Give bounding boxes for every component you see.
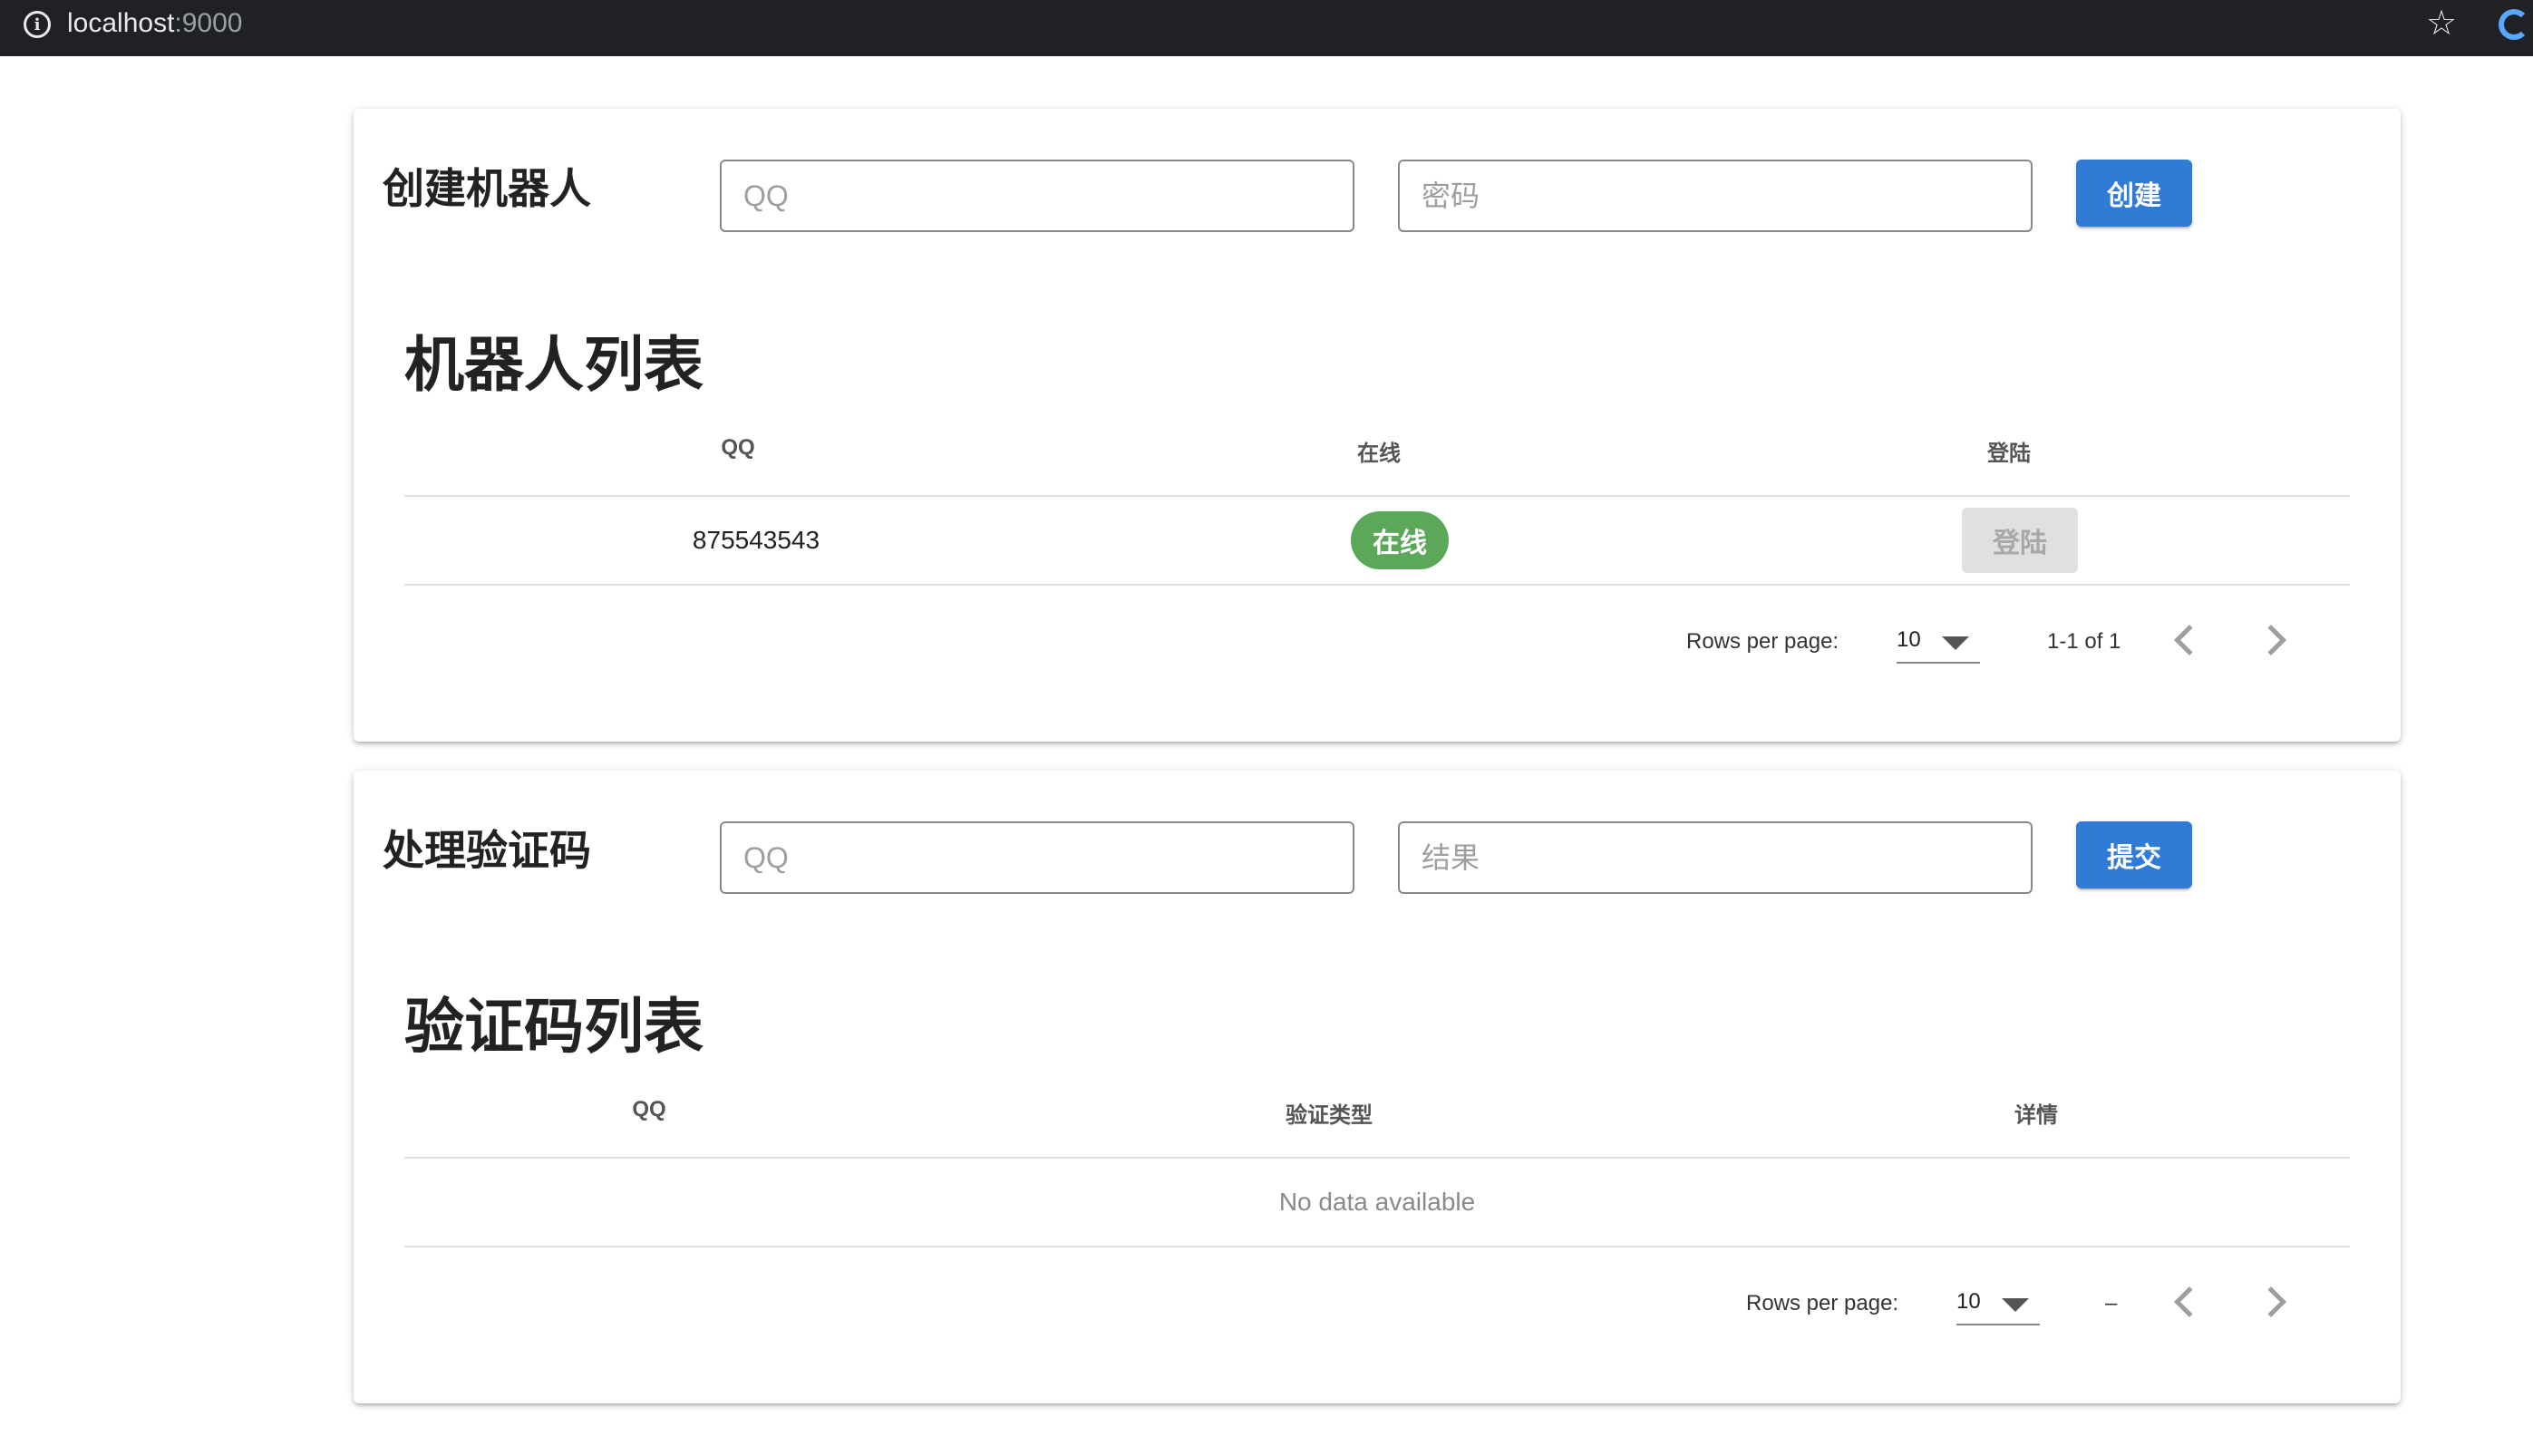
bot-list-title: 机器人列表 [404,331,704,398]
next-page-button[interactable] [2248,613,2303,667]
table-row: No data available [404,1159,2350,1247]
table-footer: Rows per page: 10 1-1 of 1 [404,586,2350,693]
bookmark-star-icon[interactable]: ☆ [2426,5,2457,42]
captcha-list-title: 验证码列表 [404,993,704,1060]
captcha-table: QQ 验证类型 详情 No data available Rows per pa… [404,1061,2350,1354]
create-button[interactable]: 创建 [2076,160,2192,227]
rows-per-page-label: Rows per page: [1746,1291,1899,1315]
captcha-qq-input[interactable] [720,821,1354,894]
column-header-details[interactable]: 详情 [2014,1097,2058,1129]
login-button[interactable]: 登陆 [1962,508,2078,573]
previous-page-button[interactable] [2158,613,2212,667]
pagination-range: – [2105,1291,2118,1315]
rows-per-page-label: Rows per page: [1686,629,1839,654]
handle-captcha-title: 处理验证码 [383,827,591,874]
column-header-qq[interactable]: QQ [632,1097,665,1122]
online-status-badge: 在线 [1351,511,1449,569]
browser-toolbar: i localhost:9000 ☆ [0,0,2533,56]
column-header-captcha-type[interactable]: 验证类型 [1286,1097,1373,1129]
chevron-left-icon [2174,1286,2205,1317]
caret-down-icon [1942,636,1969,650]
caret-down-icon [2002,1298,2029,1312]
chevron-right-icon [2256,625,2286,655]
chevron-right-icon [2256,1286,2286,1317]
address-url[interactable]: localhost:9000 [67,7,242,40]
table-header: QQ 验证类型 详情 [404,1061,2350,1159]
url-host: localhost [67,8,175,38]
site-info-icon[interactable]: i [24,11,51,38]
rows-per-page-value: 10 [1897,627,1921,652]
column-header-login[interactable]: 登陆 [1987,435,2031,467]
captcha-result-input[interactable] [1398,821,2033,894]
address-bar[interactable]: i localhost:9000 ☆ [0,0,2473,47]
rows-per-page-select[interactable]: 10 [1897,613,1980,664]
create-bot-title: 创建机器人 [383,165,591,212]
table-footer: Rows per page: 10 – [404,1247,2350,1354]
bot-password-input[interactable] [1398,160,2033,232]
rows-per-page-select[interactable]: 10 [1956,1275,2040,1325]
bot-table: QQ 在线 登陆 875543543 在线 登陆 Rows per page: … [404,399,2350,693]
no-data-message: No data available [1278,1188,1476,1216]
pagination-range: 1-1 of 1 [2047,629,2121,654]
table-row: 875543543 在线 登陆 [404,497,2350,586]
rows-per-page-value: 10 [1956,1289,1981,1314]
next-page-button[interactable] [2248,1275,2303,1329]
url-port: :9000 [174,8,243,38]
captcha-card: 处理验证码 提交 验证码列表 QQ 验证类型 详情 No data availa… [354,771,2401,1403]
bot-qq-input[interactable] [720,160,1354,232]
table-header: QQ 在线 登陆 [404,399,2350,497]
bot-qq-cell: 875543543 [692,526,820,554]
bot-card: 创建机器人 创建 机器人列表 QQ 在线 登陆 875543543 在线 登陆 … [354,109,2401,742]
column-header-online[interactable]: 在线 [1357,435,1401,467]
chevron-left-icon [2174,625,2205,655]
submit-button[interactable]: 提交 [2076,821,2192,888]
extension-icon[interactable] [2499,9,2529,40]
column-header-qq[interactable]: QQ [721,435,754,461]
previous-page-button[interactable] [2158,1275,2212,1329]
